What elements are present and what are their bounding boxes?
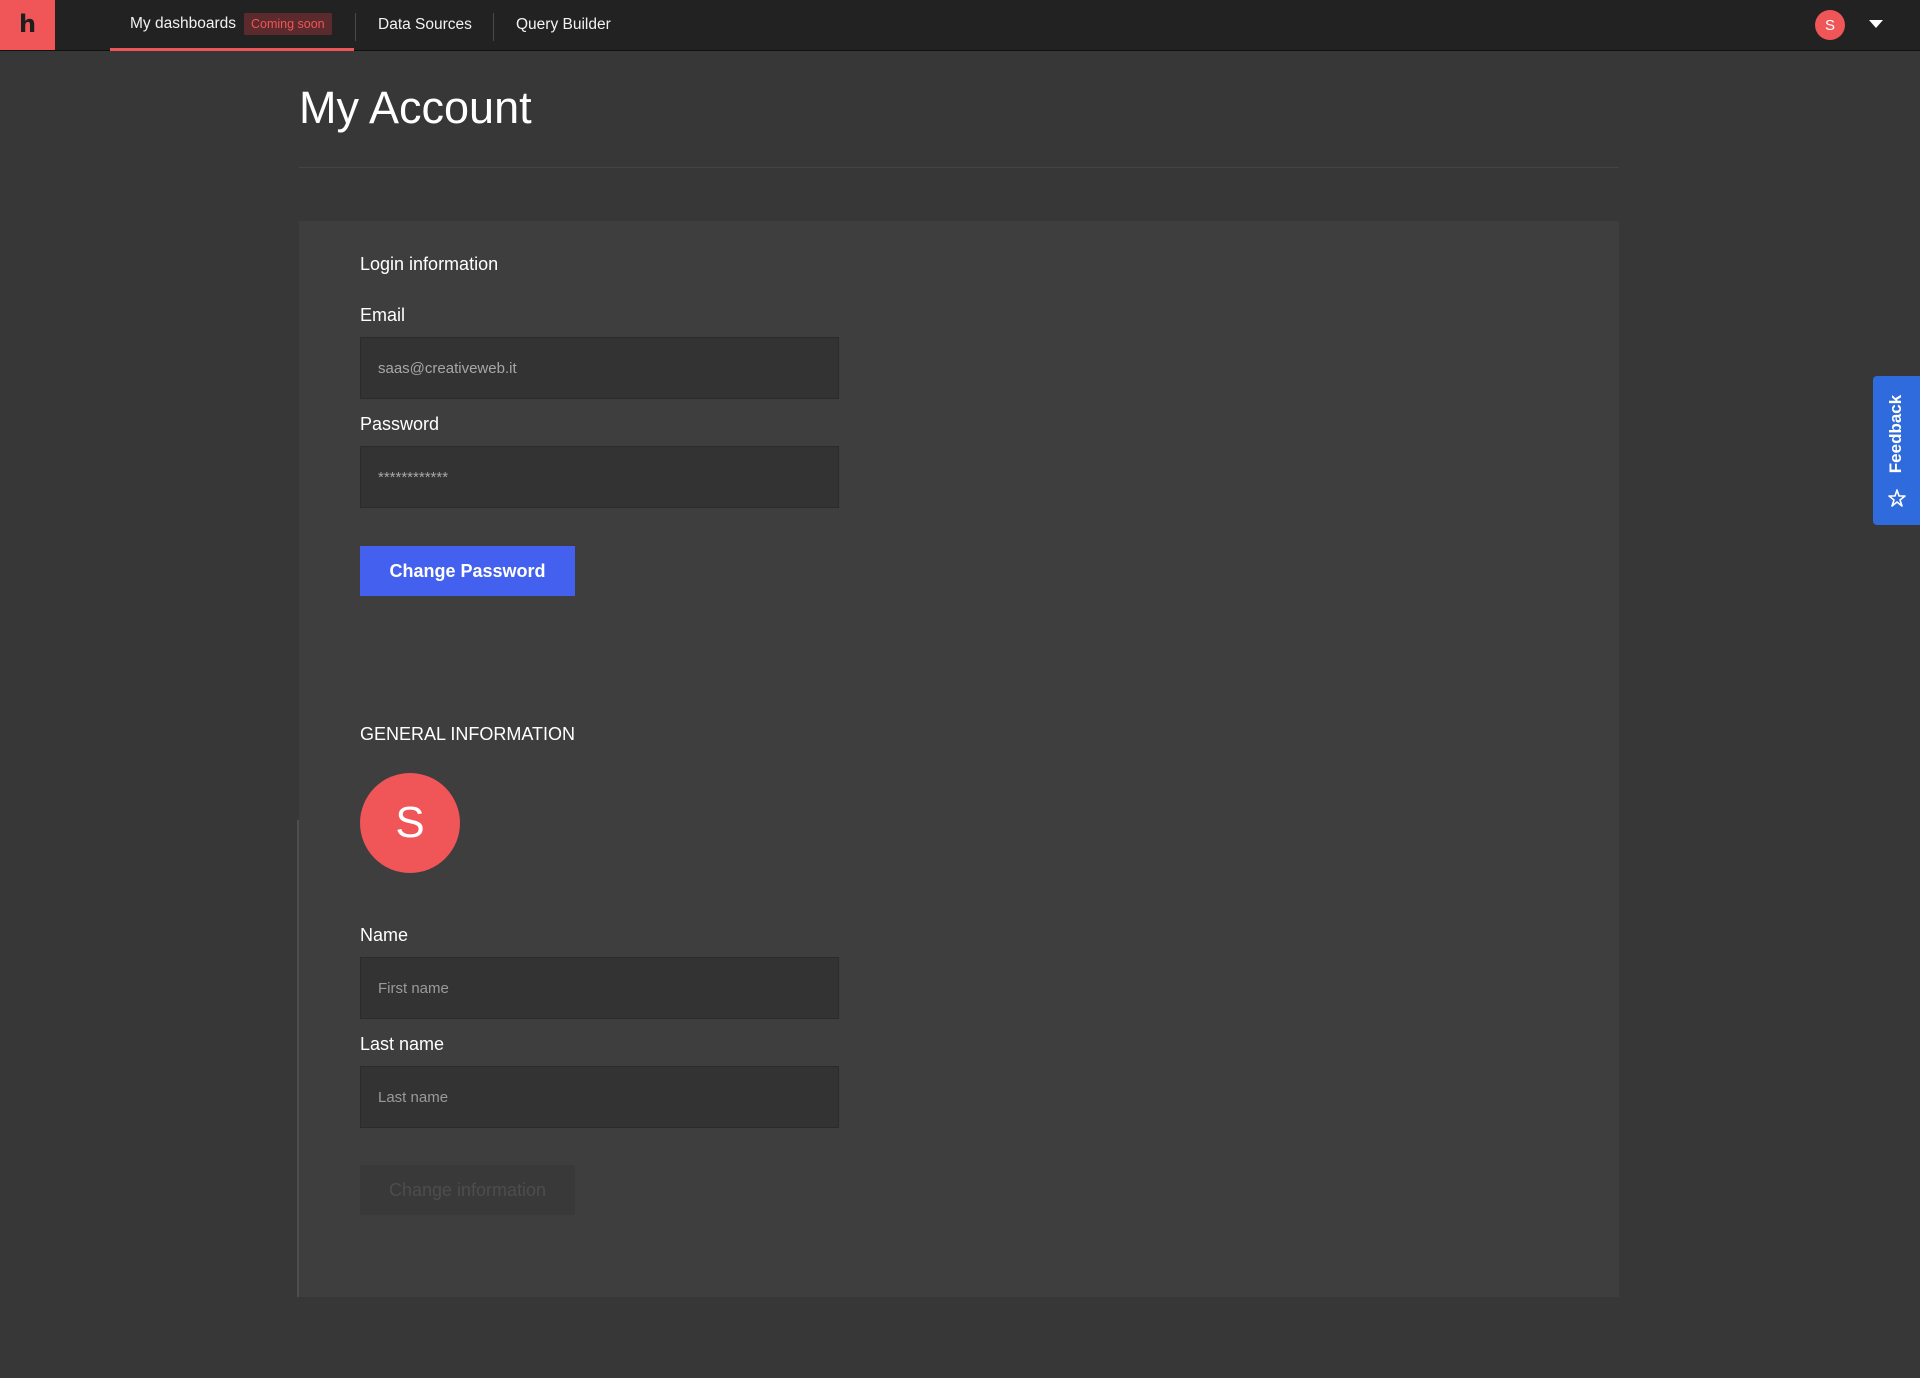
feedback-label: Feedback xyxy=(1886,394,1905,474)
last-name-label: Last name xyxy=(360,1034,445,1054)
user-initial: S xyxy=(1824,16,1835,34)
profile-avatar[interactable]: S xyxy=(360,773,460,873)
password-field[interactable] xyxy=(360,446,839,508)
nav-tab-my-dashboards[interactable]: My dashboards Coming soon xyxy=(110,0,354,51)
page-title: My Account xyxy=(299,82,532,133)
general-section-title: GENERAL INFORMATION xyxy=(360,724,576,744)
login-section-title: Login information xyxy=(360,254,499,274)
nav-separator xyxy=(493,13,494,41)
feedback-tab[interactable]: Feedback xyxy=(1873,376,1920,525)
password-label: Password xyxy=(360,414,440,434)
first-name-field[interactable] xyxy=(360,957,839,1019)
nav-tab-label: My dashboards xyxy=(130,15,236,32)
change-password-button[interactable]: Change Password xyxy=(360,546,575,596)
sparkle-star-icon xyxy=(1888,489,1906,507)
email-field[interactable] xyxy=(360,337,839,399)
coming-soon-badge: Coming soon xyxy=(243,13,332,35)
change-information-button[interactable]: Change information xyxy=(360,1165,575,1215)
logo-letter: h xyxy=(18,10,37,38)
title-divider xyxy=(299,167,1619,168)
user-avatar[interactable]: S xyxy=(1815,10,1845,40)
nav-tab-query-builder[interactable]: Query Builder xyxy=(516,0,611,50)
email-label: Email xyxy=(360,305,406,325)
nav-tab-label: Query Builder xyxy=(516,16,611,33)
top-navigation-bar: h My dashboards Coming soon Data Sources… xyxy=(0,0,1920,51)
name-label: Name xyxy=(360,925,409,945)
last-name-field[interactable] xyxy=(360,1066,839,1128)
card-edge-divider xyxy=(297,820,299,1297)
nav-tab-label: Data Sources xyxy=(378,16,472,33)
nav-tab-data-sources[interactable]: Data Sources xyxy=(378,0,472,50)
app-logo[interactable]: h xyxy=(0,0,55,50)
nav-separator xyxy=(355,13,356,41)
profile-avatar-initial: S xyxy=(395,798,425,847)
chevron-down-icon[interactable] xyxy=(1869,20,1883,28)
